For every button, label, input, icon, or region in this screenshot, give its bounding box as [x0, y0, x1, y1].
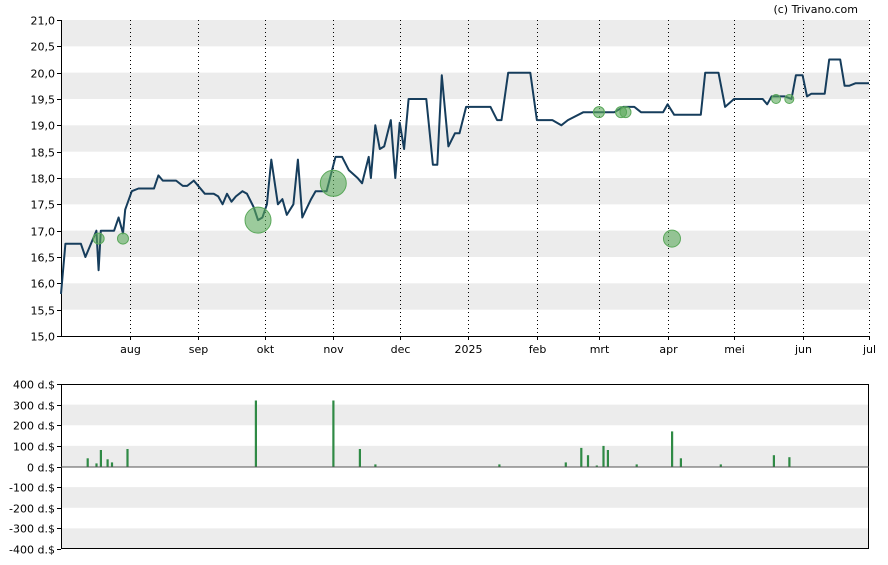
y-tick-label: 400 d.$	[13, 379, 55, 392]
y-tick-label: -400 d.$	[9, 544, 55, 557]
x-tick-label: okt	[257, 343, 275, 356]
volume-bar	[498, 464, 501, 467]
volume-bar	[595, 465, 598, 467]
transaction-bubble	[771, 94, 782, 104]
y-tick-label: 15,0	[31, 331, 56, 344]
y-tick-label: -100 d.$	[9, 482, 55, 495]
volume-bar	[106, 459, 109, 467]
x-tick-label: nov	[323, 343, 344, 356]
x-tick-label: dec	[391, 343, 411, 356]
transaction-bubble	[662, 229, 681, 248]
grid-band	[61, 20, 869, 47]
volume-bar	[719, 464, 722, 467]
transaction-bubble	[619, 106, 632, 119]
transaction-bubble	[592, 106, 605, 119]
y-tick-label: 17,5	[31, 199, 56, 212]
x-tick-label: aug	[120, 343, 141, 356]
volume-bar	[679, 458, 682, 467]
x-tick-label: jun	[794, 343, 812, 356]
y-tick-label: 21,0	[31, 15, 56, 28]
grid-band	[61, 528, 869, 549]
volume-bar	[586, 455, 590, 467]
volume-bar	[788, 457, 791, 467]
volume-bar	[254, 400, 257, 467]
grid-band	[61, 230, 869, 257]
y-tick-label: 200 d.$	[13, 420, 55, 433]
price-panel: aug sep okt nov dec 2025 feb mrt apr mei jun jul 15,…	[31, 15, 877, 357]
x-tick-label: 2025	[455, 343, 483, 356]
grid-band	[61, 178, 869, 205]
y-tick-label: 15,5	[31, 305, 56, 318]
x-tick-label: mrt	[590, 343, 610, 356]
volume-bar	[606, 450, 609, 467]
y-tick-label: 18,5	[31, 147, 56, 160]
y-tick-label: 16,0	[31, 278, 56, 291]
volume-bar	[580, 447, 583, 467]
volume-bar	[671, 431, 674, 467]
y-tick-label: 19,5	[31, 94, 56, 107]
y-tick-label: 300 d.$	[13, 400, 55, 413]
volume-bar	[110, 462, 114, 467]
grid-band	[61, 72, 869, 99]
y-tick-label: 19,0	[31, 120, 56, 133]
volume-panel: 400 d.$ 300 d.$ 200 d.$ 100 d.$ 0 d.$ -100 d.…	[9, 379, 869, 557]
volume-bar	[358, 449, 361, 467]
y-tick-label: -300 d.$	[9, 523, 55, 536]
x-tick-label: sep	[189, 343, 208, 356]
x-tick-label: feb	[529, 343, 547, 356]
transaction-bubble	[319, 169, 347, 197]
volume-bar	[86, 458, 89, 467]
volume-bar	[95, 463, 98, 467]
x-tick-label: apr	[659, 343, 678, 356]
volume-bar	[635, 464, 638, 467]
y-tick-label: 20,5	[31, 41, 56, 54]
transaction-bubble	[92, 232, 105, 245]
volume-bar	[374, 464, 377, 467]
transaction-bubble	[244, 206, 272, 234]
volume-bar	[772, 455, 775, 467]
grid-band	[61, 445, 869, 467]
transaction-bubble	[116, 232, 129, 245]
y-tick-label: 17,0	[31, 226, 56, 239]
y-tick-label: -200 d.$	[9, 503, 55, 516]
y-tick-label: 0 d.$	[27, 462, 55, 475]
grid-band	[61, 125, 869, 152]
x-tick-label: jul	[862, 343, 876, 356]
grid-band	[61, 404, 869, 426]
chart-container: (c) Trivano.com aug sep okt nov dec 2025 feb mr…	[0, 0, 888, 565]
credit-label: (c) Trivano.com	[773, 3, 858, 16]
chart-canvas: (c) Trivano.com aug sep okt nov dec 2025 feb mr…	[9, 3, 877, 557]
transaction-bubble	[784, 94, 795, 104]
y-tick-label: 20,0	[31, 68, 56, 81]
volume-bar	[564, 462, 567, 467]
volume-bar	[126, 449, 129, 467]
volume-bar	[332, 400, 335, 467]
grid-band	[61, 283, 869, 310]
x-tick-label: mei	[724, 343, 745, 356]
grid-band	[61, 487, 869, 508]
y-tick-label: 16,5	[31, 252, 56, 265]
y-tick-label: 100 d.$	[13, 441, 55, 454]
volume-bar	[99, 450, 102, 467]
y-tick-label: 18,0	[31, 173, 56, 186]
volume-bar	[602, 445, 605, 467]
